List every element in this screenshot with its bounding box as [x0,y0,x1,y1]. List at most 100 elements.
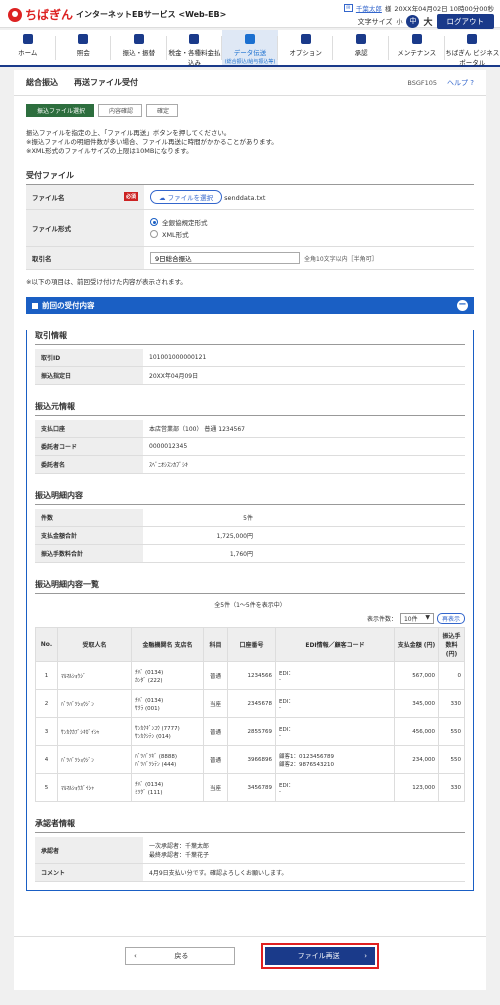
bank-name: ﾁﾊﾞ (0134) [135,669,164,676]
radio-checked-icon [150,218,158,226]
prev-panel-header[interactable]: 前回の受付内容 − [26,297,474,314]
upload-icon: ☁ [159,194,168,202]
table-row: 1 ﾏﾙﾏﾙｼｮｳｼﾞ ﾁﾊﾞ (0134) ｶﾝﾀﾞ (222) 普通 1234… [35,661,465,690]
main-nav: ホーム 照会 振込・振替 税金・各種料金払込み データ伝送 (総合振込/給与振込等… [0,30,500,67]
cell-fee: 550 [438,717,465,746]
collapse-icon[interactable]: − [457,300,468,311]
cell-name: ﾊﾞﾂﾊﾞﾂｼｮｳｼﾞﾝ [57,745,132,774]
page-subtitle: 再送ファイル受付 [74,78,138,87]
cell-fee: 550 [438,745,465,774]
row-value: 1,725,000円 [143,526,265,545]
screen-code: BSGF105 [407,78,438,87]
resend-label: ファイル再送 [297,952,340,960]
edi-line: EDI： [279,698,294,705]
back-button[interactable]: ‹ 戻る [125,947,235,965]
bank-name: ﾊﾞﾂﾊﾞﾂｷﾞ (8888) [135,753,178,760]
cell-type: 当座 [203,773,228,802]
help-link[interactable]: ヘルプ ? [447,78,474,88]
nav-inquiry[interactable]: 照会 [56,30,112,65]
approval-icon [356,34,367,44]
nav-approval[interactable]: 承認 [333,30,389,65]
nav-option[interactable]: オプション [278,30,334,65]
nav-label: 振込・振替 [122,49,156,57]
cell-no: 4 [35,745,58,774]
font-size-large[interactable]: 大 [423,15,432,28]
nav-label: ホーム [18,49,38,57]
table-row: 2 ﾊﾞﾂﾊﾞﾂｼｮｳｼﾞﾝ ﾁﾊﾞ (0134) ｻｸﾗ (001) 当座 23… [35,689,465,718]
font-size-small[interactable]: 小 [396,17,402,26]
col-header: EDI情報／顧客コード [275,627,395,662]
help-icon: ? [470,78,474,87]
row-label: 件数 [35,509,143,527]
torikumi-cell: 全角10文字以内［半角可］ [144,246,474,270]
display-count-select[interactable]: 10件 ▼ [399,613,434,624]
torikumi-label: 取引名 [26,246,144,270]
cell-acct: 2855769 [227,717,276,746]
nav-label: データ伝送 [233,49,267,57]
font-size-label: 文字サイズ [357,17,393,26]
display-count-value: 10件 [403,616,418,623]
nav-home[interactable]: ホーム [0,30,56,65]
user-name-link[interactable]: 千葉太郎 [356,3,382,13]
nav-label: ちばぎん ビジネスポータル [445,49,500,67]
cell-name: ﾏﾙﾏﾙｼｮｳｶﾞｲｼｬ [57,773,132,802]
torikumi-input[interactable] [150,252,300,264]
option-icon [300,34,311,44]
source-table: 支払口座 本店営業部（100） 普通 1234567 委託者コード 00000123… [35,420,465,474]
format-label: ファイル形式 [26,209,144,247]
bank-name: ﾁﾊﾞ (0134) [135,697,164,704]
top-bar: ちばぎん インターネットEBサービス <Web-EB> ✉ 千葉太郎 様 20X… [0,0,500,29]
col-header: No. [35,627,58,662]
upload-section-title: 受付ファイル [26,170,474,185]
chevron-left-icon: ‹ [134,952,137,960]
upload-form: ファイル名 必須 ☁ ファイルを選択 senddata.txt ファイル形式 全銀… [26,185,474,270]
cell-amount: 123,000 [394,773,439,802]
chevron-down-icon: ▼ [425,614,430,621]
format-radio-xml[interactable]: XML形式 [150,229,468,239]
detail-table: 件数 5件 支払金額合計 1,725,000円 振込手数料合計 1,760円 [35,509,465,563]
note-line: ※XML形式のファイルサイズの上限は10MBになります。 [26,147,193,155]
cell-amount: 345,000 [394,689,439,718]
user-icon: ✉ [343,4,353,12]
format-radio-zengin[interactable]: 全銀協規定形式 [150,217,468,227]
home-icon [22,34,33,44]
cell-no: 3 [35,717,58,746]
cell-type: 普通 [203,745,228,774]
file-name: senddata.txt [224,194,266,202]
font-size-mid[interactable]: 中 [406,15,420,28]
cell-fee: 330 [438,689,465,718]
redisplay-button[interactable]: 再表示 [436,613,465,624]
panel-square-icon [32,302,38,309]
list-meta: 全5件（1～5件を表示中） [214,602,286,609]
logout-button[interactable]: ログアウト [436,14,494,29]
cell-amount: 456,000 [394,717,439,746]
data-transfer-icon [245,34,256,44]
row-value: 本店営業部（100） 普通 1234567 [143,420,465,438]
instructions: 振込ファイルを指定の上、「ファイル再送」ボタンを押してください。 ※振込ファイル… [14,117,486,156]
logo: ちばぎん インターネットEBサービス <Web-EB> [8,6,226,23]
nav-maintenance[interactable]: メンテナンス [389,30,445,65]
page-title: 総合振込 [26,78,58,87]
nav-data-transfer[interactable]: データ伝送 (総合振込/給与振込等) [222,30,278,65]
nav-transfer[interactable]: 振込・振替 [111,30,167,65]
row-label: 委託者名 [35,455,143,474]
row-label: 支払金額合計 [35,526,143,545]
cell-acct: 1234566 [227,661,276,690]
branch-name: ｻｸﾗ (001) [135,705,160,712]
resend-button[interactable]: ファイル再送 › [261,943,379,969]
cell-bank: ﾁﾊﾞ (0134) ｶﾝﾀﾞ (222) [131,661,204,690]
row-label: 振込手数料合計 [35,544,143,563]
nav-tax[interactable]: 税金・各種料金払込み [167,30,223,67]
branch-name: ｻﾝｶｸｼﾃﾝ (014) [135,733,171,740]
cell-type: 普通 [203,661,228,690]
row-value: ｽﾍﾞﾆｵｼｽﾝｶﾌﾞｼｷ [143,455,465,474]
nav-portal[interactable]: ちばぎん ビジネスポータル [445,30,500,67]
row-label: 支払口座 [35,420,143,438]
edi-line: - [279,732,281,739]
file-select-button[interactable]: ☁ ファイルを選択 [150,190,223,204]
table-row: 4 ﾊﾞﾂﾊﾞﾂｼｮｳｼﾞﾝ ﾊﾞﾂﾊﾞﾂｷﾞ (8888) ﾊﾞﾂﾊﾞﾂｼﾃﾝ … [35,745,465,774]
prev-note: ※以下の項目は、前回受け付けた内容が表示されます。 [26,278,187,286]
inquiry-icon [78,34,89,44]
nav-label: オプション [289,49,322,57]
format-cell: 全銀協規定形式 XML形式 [144,209,474,247]
